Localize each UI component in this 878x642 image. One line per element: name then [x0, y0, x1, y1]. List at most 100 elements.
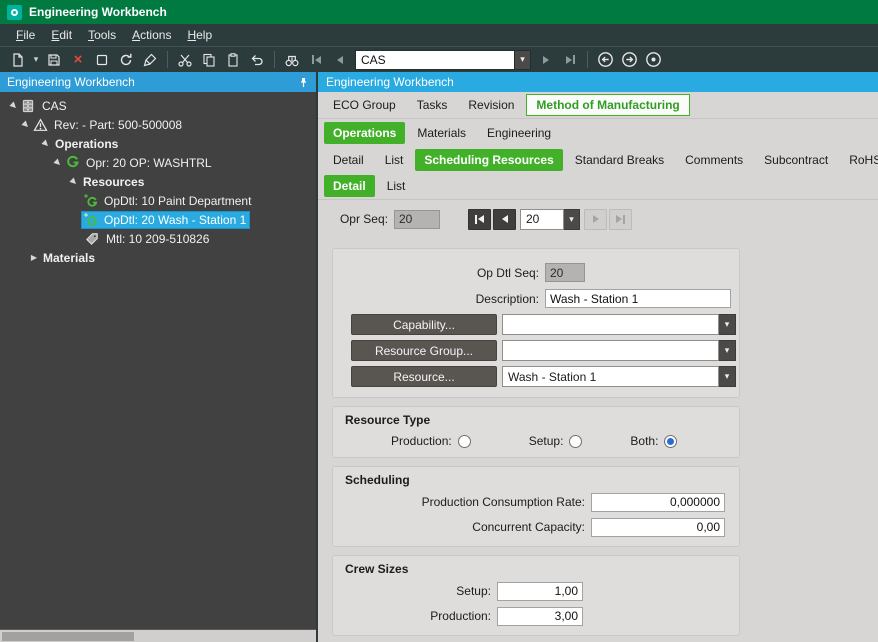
save-button[interactable] [42, 49, 66, 71]
opr-next-button[interactable] [584, 209, 607, 230]
tab-revision[interactable]: Revision [459, 94, 523, 116]
first-record-button[interactable] [304, 49, 328, 71]
menu-file[interactable]: File [8, 25, 43, 45]
opr-seq-combo-value[interactable]: 20 [520, 209, 564, 230]
both-radio[interactable] [664, 435, 677, 448]
tree-item-operations[interactable]: Operations [0, 134, 316, 153]
tab-comments[interactable]: Comments [676, 149, 752, 171]
capability-dropdown-icon[interactable] [719, 314, 736, 335]
copy-button[interactable] [197, 49, 221, 71]
production-consumption-rate-field[interactable]: 0,000000 [591, 493, 725, 512]
tab-eco-group[interactable]: ECO Group [324, 94, 405, 116]
tab-scheduling-resources[interactable]: Scheduling Resources [415, 149, 562, 171]
crew-setup-field[interactable]: 1,00 [497, 582, 583, 601]
resource-group-button[interactable]: Resource Group... [351, 340, 497, 361]
expand-icon[interactable] [8, 101, 20, 110]
resource-group-dropdown-icon[interactable] [719, 340, 736, 361]
horizontal-scrollbar[interactable] [0, 629, 316, 642]
opr-first-button[interactable] [468, 209, 491, 230]
tab-list[interactable]: List [376, 149, 413, 171]
resource-dropdown-icon[interactable] [719, 366, 736, 387]
tab-tasks[interactable]: Tasks [408, 94, 457, 116]
opr-previous-button[interactable] [493, 209, 516, 230]
capability-combo[interactable] [502, 314, 736, 335]
new-button[interactable] [6, 49, 30, 71]
crew-setup-label: Setup: [333, 584, 497, 598]
delete-button[interactable]: × [66, 49, 90, 71]
resource-group-row: Resource Group... [333, 340, 739, 361]
tree-item-operation-20[interactable]: Opr: 20 OP: WASHTRL [0, 153, 316, 172]
back-button[interactable] [593, 49, 617, 71]
previous-record-icon [337, 56, 343, 64]
production-radio[interactable] [458, 435, 471, 448]
new-dropdown-button[interactable] [30, 49, 42, 71]
memo-button[interactable] [90, 49, 114, 71]
last-record-button[interactable] [558, 49, 582, 71]
opr-seq-combo-dropdown-icon[interactable] [564, 209, 580, 230]
tab-subcontract[interactable]: Subcontract [755, 149, 837, 171]
crew-production-field[interactable]: 3,00 [497, 607, 583, 626]
last-icon [616, 215, 622, 223]
first-record-icon [312, 55, 314, 64]
expand-icon[interactable] [52, 158, 64, 167]
next-record-button[interactable] [534, 49, 558, 71]
scrollbar-thumb[interactable] [2, 632, 134, 641]
expand-icon[interactable] [68, 177, 80, 186]
op-dtl-seq-row: Op Dtl Seq: 20 [333, 262, 739, 283]
undo-button[interactable] [245, 49, 269, 71]
collapse-icon[interactable] [28, 253, 40, 262]
resource-group-combo-value[interactable] [502, 340, 719, 361]
tree-item-resources[interactable]: Resources [0, 172, 316, 191]
forward-button[interactable] [617, 49, 641, 71]
capability-button[interactable]: Capability... [351, 314, 497, 335]
record-combo-value[interactable]: CAS [355, 50, 515, 70]
paste-button[interactable] [221, 49, 245, 71]
record-combo[interactable]: CAS [355, 50, 531, 70]
find-button[interactable] [280, 49, 304, 71]
description-field[interactable]: Wash - Station 1 [545, 289, 731, 308]
opr-seq-combo[interactable]: 20 [520, 209, 580, 230]
tree-item-label: Materials [40, 250, 98, 266]
resource-combo-value[interactable]: Wash - Station 1 [502, 366, 719, 387]
binoculars-icon [284, 52, 300, 68]
tab-sched-detail[interactable]: Detail [324, 175, 375, 197]
tree-panel: Engineering Workbench CAS Rev: - Part: [0, 72, 316, 642]
tab-materials[interactable]: Materials [408, 122, 475, 144]
expand-icon[interactable] [40, 139, 52, 148]
resource-button[interactable]: Resource... [351, 366, 497, 387]
refresh-button[interactable] [114, 49, 138, 71]
tab-operations[interactable]: Operations [324, 122, 405, 144]
tree-item-cas[interactable]: CAS [0, 96, 316, 115]
menu-actions[interactable]: Actions [124, 25, 179, 45]
tab-standard-breaks[interactable]: Standard Breaks [566, 149, 673, 171]
menu-help[interactable]: Help [179, 25, 220, 45]
new-page-icon [10, 52, 26, 68]
menu-tools[interactable]: Tools [80, 25, 124, 45]
capability-combo-value[interactable] [502, 314, 719, 335]
resource-row: Resource... Wash - Station 1 [333, 366, 739, 387]
tab-engineering[interactable]: Engineering [478, 122, 560, 144]
tab-detail[interactable]: Detail [324, 149, 373, 171]
pin-icon[interactable] [298, 77, 309, 88]
tree-item-opdtl-20[interactable]: OpDtl: 20 Wash - Station 1 [0, 210, 316, 229]
concurrent-capacity-field[interactable]: 0,00 [591, 518, 725, 537]
menu-edit[interactable]: Edit [43, 25, 80, 45]
tab-rohs[interactable]: RoHS [840, 149, 878, 171]
copy-icon [201, 52, 217, 68]
tree-item-opdtl-10[interactable]: OpDtl: 10 Paint Department [0, 191, 316, 210]
setup-radio[interactable] [569, 435, 582, 448]
opr-last-button[interactable] [609, 209, 632, 230]
cut-button[interactable] [173, 49, 197, 71]
tab-method-of-manufacturing[interactable]: Method of Manufacturing [526, 94, 689, 116]
tab-sched-list[interactable]: List [378, 175, 415, 197]
tree-item-revision[interactable]: Rev: - Part: 500-500008 [0, 115, 316, 134]
resource-combo[interactable]: Wash - Station 1 [502, 366, 736, 387]
expand-icon[interactable] [20, 120, 32, 129]
tree-item-materials[interactable]: Materials [0, 248, 316, 267]
tree-item-mtl-10[interactable]: Mtl: 10 209-510826 [0, 229, 316, 248]
clean-button[interactable] [138, 49, 162, 71]
record-combo-dropdown-icon[interactable] [515, 50, 531, 70]
target-button[interactable] [641, 49, 665, 71]
previous-record-button[interactable] [328, 49, 352, 71]
resource-group-combo[interactable] [502, 340, 736, 361]
